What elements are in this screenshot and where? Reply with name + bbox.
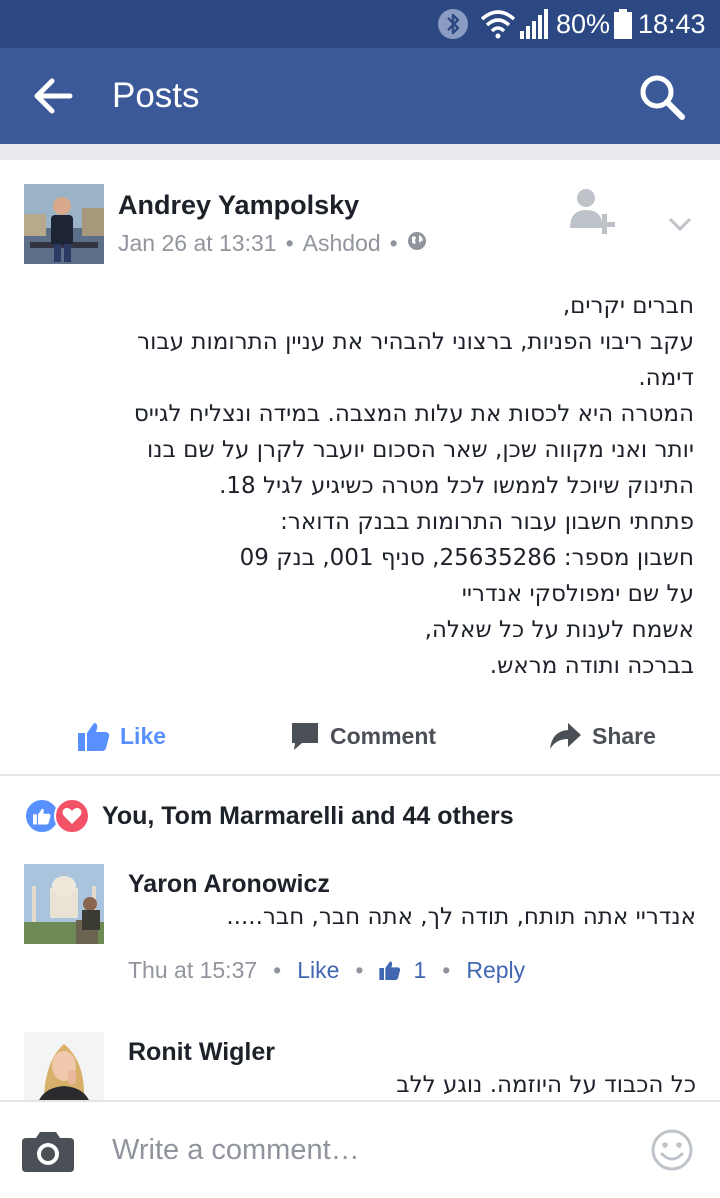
- post-line: על שם ימפולסקי אנדריי: [461, 581, 694, 607]
- commenter-name[interactable]: Yaron Aronowicz: [128, 870, 330, 899]
- like-button[interactable]: Like: [78, 708, 166, 764]
- divider: [0, 774, 720, 776]
- smiley-icon[interactable]: [650, 1128, 694, 1172]
- meta-separator: •: [273, 956, 282, 983]
- share-icon: [550, 723, 581, 749]
- search-icon[interactable]: [636, 72, 688, 122]
- post-line: המטרה היא לכסות את עלות המצבה. במידה ונצ…: [133, 401, 694, 427]
- post-line: יותר ואני מקווה שכן, שאר הסכום יועבר לקר…: [147, 437, 694, 463]
- share-label: Share: [592, 722, 656, 749]
- camera-icon[interactable]: [22, 1130, 74, 1172]
- comment-time: Thu at 15:37: [128, 956, 258, 983]
- comment-text: אנדריי אתה תותח, תודה לך, אתה חבר, חבר..…: [226, 904, 696, 930]
- post-date[interactable]: Jan 26 at 13:31: [118, 230, 277, 257]
- commenter-avatar[interactable]: [24, 864, 104, 944]
- post-line: דימה.: [638, 365, 694, 391]
- like-label: Like: [120, 722, 167, 749]
- battery-icon: [614, 0, 632, 48]
- meta-separator: •: [285, 230, 294, 256]
- author-avatar[interactable]: [24, 184, 104, 264]
- chevron-down-icon[interactable]: [664, 208, 696, 240]
- share-button[interactable]: Share: [548, 708, 656, 764]
- comment-meta: Thu at 15:37 • Like • 1 • Reply: [128, 954, 525, 986]
- status-bar: 80% 18:43: [0, 0, 720, 48]
- love-reaction-icon: [54, 798, 90, 834]
- feed-separator: [0, 144, 720, 160]
- comment-like-button[interactable]: Like: [297, 957, 339, 984]
- globe-icon: [407, 230, 427, 257]
- post-line: בברכה ותודה מראש.: [489, 653, 694, 679]
- add-friend-icon[interactable]: [566, 184, 620, 238]
- post-location[interactable]: Ashdod: [303, 230, 381, 257]
- post-meta: Jan 26 at 13:31 • Ashdod •: [118, 230, 427, 257]
- meta-separator: •: [389, 230, 398, 256]
- post-line: חשבון מספר: 25635286, סניף 001, בנק 09: [239, 545, 694, 571]
- meta-separator: •: [355, 956, 364, 983]
- post-line: אשמח לענות על כל שאלה,: [424, 617, 694, 643]
- clock: 18:43: [638, 8, 706, 39]
- app-bar: Posts: [0, 48, 720, 144]
- arrow-left-icon[interactable]: [30, 74, 78, 118]
- like-count: 1: [413, 956, 427, 983]
- post-line: חברים יקרים,: [562, 293, 694, 319]
- signal-icon: [520, 0, 550, 48]
- post-line: התינוק שיוכל לממשו לכל מטרה כשיגיע לגיל …: [219, 473, 694, 499]
- comment-label: Comment: [330, 722, 437, 749]
- reactions-summary[interactable]: You, Tom Marmarelli and 44 others: [24, 798, 514, 834]
- bluetooth-icon: [436, 0, 470, 48]
- post-body: חברים יקרים, עקב ריבוי הפניות, ברצוני לה…: [14, 288, 694, 684]
- comment-input[interactable]: [100, 1124, 654, 1176]
- reactions-text: You, Tom Marmarelli and 44 others: [102, 801, 514, 830]
- thumbs-up-icon: [78, 723, 110, 751]
- battery-percent: 80%: [556, 8, 611, 39]
- comment-button[interactable]: Comment: [290, 708, 436, 764]
- thumbs-up-icon: [379, 961, 401, 980]
- post-line: עקב ריבוי הפניות, ברצוני להבהיר את עניין…: [137, 329, 694, 355]
- comment-icon: [292, 723, 318, 750]
- reply-button[interactable]: Reply: [466, 957, 525, 984]
- comment-like-count[interactable]: 1: [379, 957, 426, 984]
- author-name[interactable]: Andrey Yampolsky: [118, 190, 359, 221]
- post-line: פתחתי חשבון עבור התרומות בבנק הדואר:: [280, 509, 694, 535]
- page-title: Posts: [112, 76, 200, 115]
- wifi-icon: [480, 0, 516, 48]
- comment-text: כל הכבוד על היוזמה. נוגע ללב: [396, 1072, 696, 1098]
- commenter-name[interactable]: Ronit Wigler: [128, 1038, 275, 1067]
- comment-composer: [0, 1100, 720, 1198]
- meta-separator: •: [442, 956, 451, 983]
